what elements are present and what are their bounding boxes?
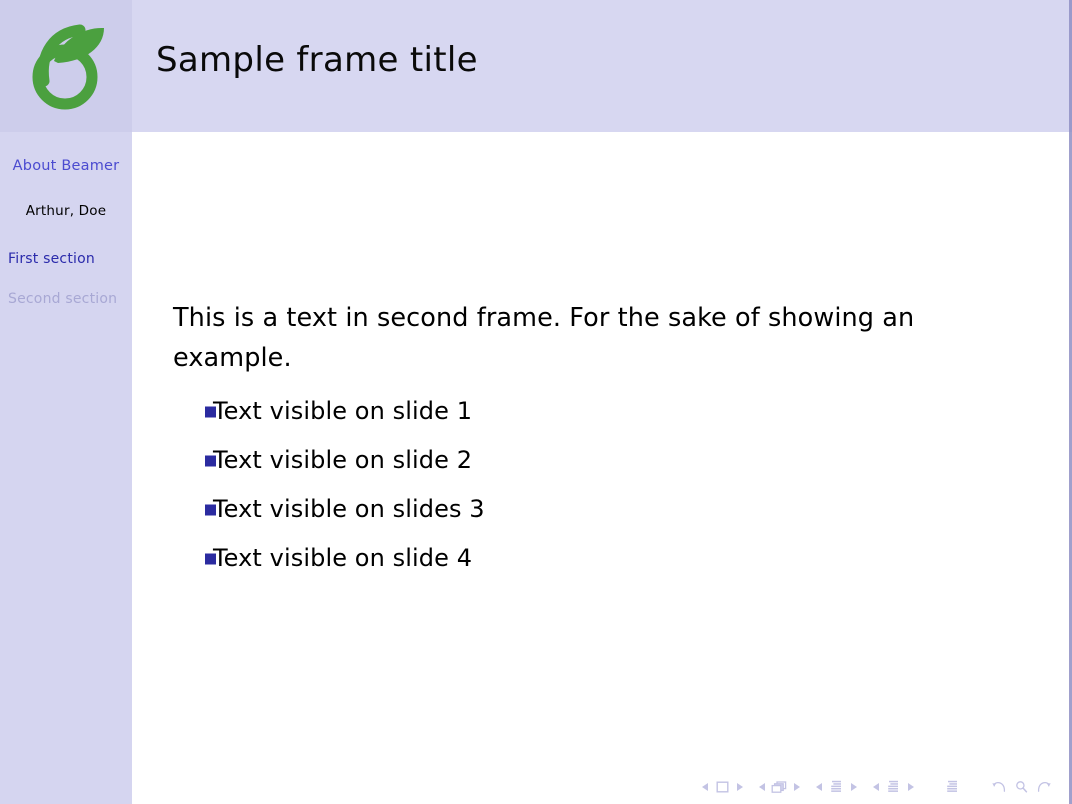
presentation-icon[interactable]: [942, 779, 962, 795]
sidebar: About Beamer Arthur, Doe First section S…: [0, 0, 132, 804]
slide-navigation-group: [699, 779, 745, 795]
bullet-square-icon: [205, 455, 216, 466]
logo-block: [0, 0, 132, 132]
previous-section-icon[interactable]: [870, 780, 881, 794]
slide-icon[interactable]: [712, 779, 732, 795]
list-item-label: Text visible on slide 4: [213, 544, 473, 573]
next-frame-icon[interactable]: [791, 780, 802, 794]
bullet-square-icon: [205, 504, 216, 515]
bullet-square-icon: [205, 406, 216, 417]
next-subsection-icon[interactable]: [848, 780, 859, 794]
previous-subsection-icon[interactable]: [813, 780, 824, 794]
bullet-square-icon: [205, 553, 216, 564]
frame-header: Sample frame title: [132, 0, 1072, 132]
sidebar-navigation: About Beamer Arthur, Doe First section S…: [0, 132, 132, 308]
presentation-navigation-group: [940, 779, 964, 795]
sprout-leaf-logo-icon: [24, 19, 108, 113]
list-item-label: Text visible on slide 2: [213, 446, 473, 475]
body-paragraph: This is a text in second frame. For the …: [173, 303, 915, 373]
navigation-symbols-bar: [699, 776, 1054, 798]
sidebar-item-first-section[interactable]: First section: [0, 251, 132, 267]
list-item: Text visible on slide 2: [173, 436, 973, 485]
sidebar-presentation-title[interactable]: About Beamer: [0, 158, 132, 175]
list-item-label: Text visible on slides 3: [213, 495, 485, 524]
section-icon[interactable]: [883, 779, 903, 795]
list-item: Text visible on slides 3: [173, 485, 973, 534]
previous-slide-icon[interactable]: [699, 780, 710, 794]
subsection-icon[interactable]: [826, 779, 846, 795]
list-item: Text visible on slide 4: [173, 534, 973, 583]
frame-body: This is a text in second frame. For the …: [132, 132, 1072, 804]
next-slide-icon[interactable]: [734, 780, 745, 794]
back-arrow-icon[interactable]: [989, 778, 1009, 796]
previous-frame-icon[interactable]: [756, 780, 767, 794]
next-section-icon[interactable]: [905, 780, 916, 794]
sidebar-section-list: First section Second section: [0, 251, 132, 308]
search-icon[interactable]: [1011, 778, 1031, 796]
beamer-slide: About Beamer Arthur, Doe First section S…: [0, 0, 1072, 804]
list-item: Text visible on slide 1: [173, 387, 973, 436]
subsection-navigation-group: [813, 779, 859, 795]
frame-title: Sample frame title: [156, 40, 478, 80]
forward-arrow-icon[interactable]: [1033, 778, 1053, 796]
frame-navigation-group: [756, 779, 802, 795]
sidebar-authors[interactable]: Arthur, Doe: [0, 204, 132, 219]
frame-icon[interactable]: [769, 779, 789, 795]
history-navigation-group: [988, 778, 1054, 796]
list-item-label: Text visible on slide 1: [213, 397, 473, 426]
sidebar-item-second-section[interactable]: Second section: [0, 291, 132, 307]
section-navigation-group: [870, 779, 916, 795]
itemize-list: Text visible on slide 1 Text visible on …: [173, 387, 973, 583]
